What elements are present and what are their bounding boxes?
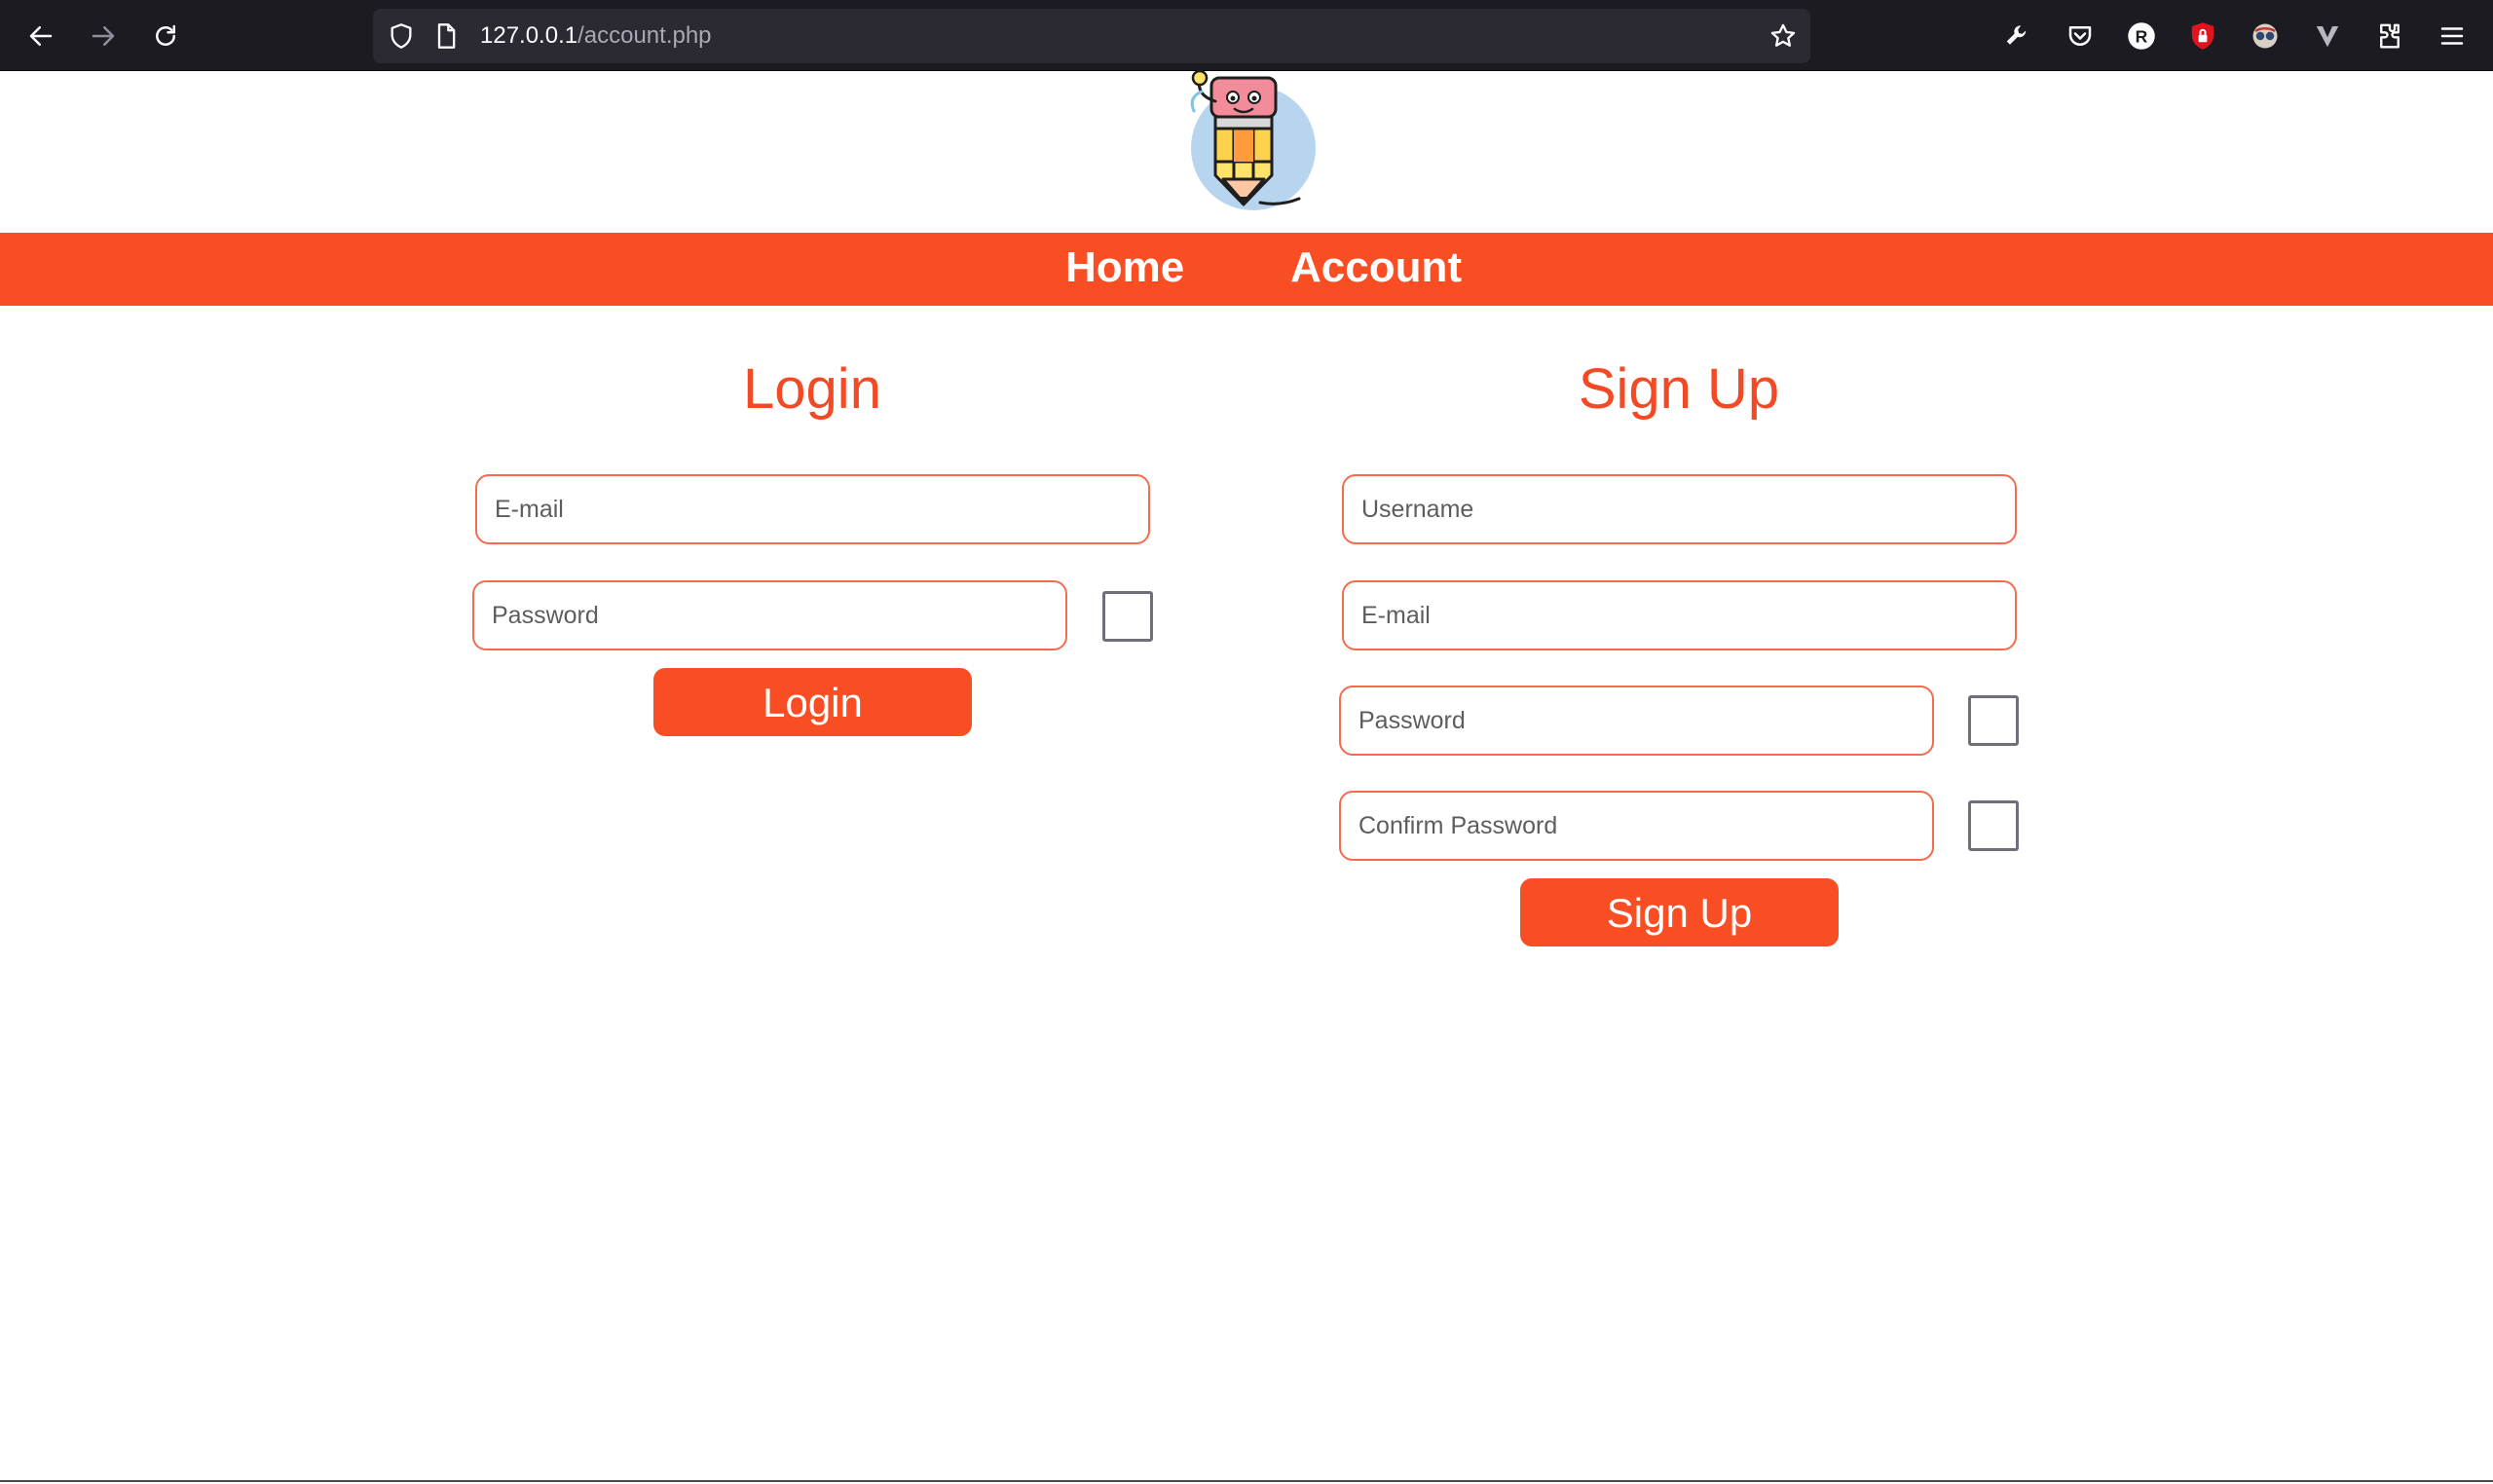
signup-email-input[interactable] bbox=[1342, 580, 2017, 650]
site-logo[interactable] bbox=[1172, 69, 1319, 212]
forward-arrow-icon bbox=[92, 26, 115, 46]
login-button[interactable]: Login bbox=[653, 668, 972, 736]
nav-home-link[interactable]: Home bbox=[1065, 233, 1184, 306]
signup-show-password-checkbox[interactable] bbox=[1968, 695, 2019, 746]
login-show-password-checkbox[interactable] bbox=[1102, 591, 1153, 642]
ublock-shield-icon[interactable] bbox=[2185, 19, 2220, 54]
back-arrow-icon bbox=[29, 26, 53, 46]
page-info-icon[interactable] bbox=[431, 21, 461, 51]
login-email-input[interactable] bbox=[475, 474, 1150, 544]
main-nav-bar: Home Account bbox=[0, 233, 2493, 306]
signup-button[interactable]: Sign Up bbox=[1520, 878, 1839, 946]
window-bottom-border bbox=[0, 1480, 2493, 1482]
nav-account-link[interactable]: Account bbox=[1290, 233, 1462, 306]
reload-button[interactable] bbox=[146, 17, 185, 56]
mask-extension-icon[interactable] bbox=[2248, 19, 2283, 54]
pencil-mascot-icon bbox=[1190, 69, 1316, 210]
signup-confirm-password-input[interactable] bbox=[1339, 791, 1934, 861]
wrench-icon[interactable] bbox=[2000, 19, 2035, 54]
url-text[interactable]: 127.0.0.1/account.php bbox=[480, 21, 712, 51]
forward-button[interactable] bbox=[84, 17, 123, 56]
menu-hamburger-icon[interactable] bbox=[2435, 19, 2470, 54]
signup-title: Sign Up bbox=[1578, 357, 1780, 421]
v-extension-icon[interactable] bbox=[2310, 19, 2345, 54]
url-bar[interactable]: 127.0.0.1/account.php bbox=[373, 9, 1810, 63]
extensions-puzzle-icon[interactable] bbox=[2372, 19, 2407, 54]
extension-r-icon[interactable]: R bbox=[2124, 19, 2159, 54]
url-path: /account.php bbox=[577, 22, 712, 49]
bookmark-star-icon[interactable] bbox=[1768, 21, 1798, 51]
extension-badge-letter: R bbox=[2136, 26, 2148, 46]
url-host: 127.0.0.1 bbox=[480, 22, 578, 49]
signup-show-confirm-checkbox[interactable] bbox=[1968, 800, 2019, 851]
shield-icon[interactable] bbox=[387, 21, 416, 51]
signup-password-input[interactable] bbox=[1339, 686, 1934, 756]
signup-username-input[interactable] bbox=[1342, 474, 2017, 544]
reload-icon bbox=[156, 24, 175, 46]
browser-toolbar: 127.0.0.1/account.php R bbox=[0, 0, 2493, 71]
login-title: Login bbox=[743, 357, 881, 421]
back-button[interactable] bbox=[21, 17, 60, 56]
pocket-icon[interactable] bbox=[2063, 19, 2098, 54]
login-password-input[interactable] bbox=[472, 580, 1067, 650]
